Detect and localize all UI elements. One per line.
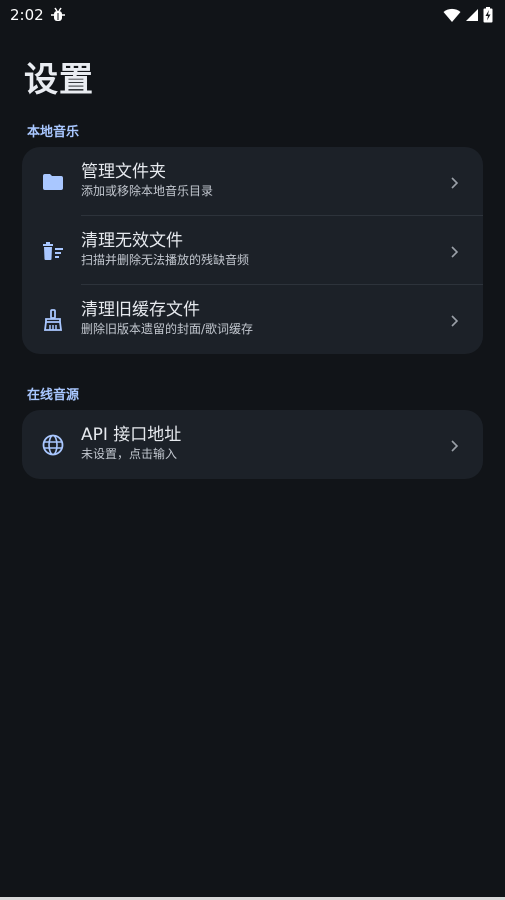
- settings-item-clean-invalid-files[interactable]: 清理无效文件 扫描并删除无法播放的残缺音频: [22, 216, 483, 285]
- section-header-online-source: 在线音源: [27, 388, 80, 403]
- status-left: 2:02: [10, 6, 66, 24]
- cleaning-brush-icon: [41, 308, 65, 332]
- chevron-right-icon: [449, 438, 459, 452]
- status-right: [443, 7, 493, 23]
- delete-sweep-icon: [41, 239, 65, 263]
- status-bar: 2:02: [0, 0, 505, 30]
- settings-item-title: 清理旧缓存文件: [81, 300, 200, 320]
- status-time: 2:02: [10, 6, 44, 24]
- section-header-local-music: 本地音乐: [27, 125, 80, 140]
- debug-bug-icon: [50, 7, 66, 23]
- settings-item-subtitle: 扫描并删除无法播放的残缺音频: [81, 253, 250, 267]
- page-title: 设置: [24, 60, 94, 100]
- chevron-right-icon: [449, 244, 459, 258]
- settings-item-texts: API 接口地址 未设置，点击输入: [81, 424, 181, 462]
- wifi-icon: [443, 8, 461, 22]
- folder-icon: [41, 170, 65, 194]
- signal-icon: [465, 8, 479, 22]
- settings-item-subtitle: 删除旧版本遗留的封面/歌词缓存: [81, 322, 254, 336]
- battery-charging-icon: [483, 7, 493, 23]
- chevron-right-icon: [449, 175, 459, 189]
- settings-item-title: API 接口地址: [81, 425, 182, 445]
- local-music-card: 管理文件夹 添加或移除本地音乐目录 清理无效文件 扫描并删除无法播放的残缺音频: [22, 147, 483, 354]
- settings-item-texts: 清理旧缓存文件 删除旧版本遗留的封面/歌词缓存: [81, 299, 253, 337]
- settings-item-subtitle: 添加或移除本地音乐目录: [81, 184, 214, 198]
- settings-item-title: 清理无效文件: [81, 231, 183, 251]
- online-source-card: API 接口地址 未设置，点击输入: [22, 410, 483, 479]
- settings-item-title: 管理文件夹: [81, 162, 166, 182]
- settings-item-api-url[interactable]: API 接口地址 未设置，点击输入: [22, 410, 483, 479]
- settings-item-texts: 管理文件夹 添加或移除本地音乐目录: [81, 161, 213, 199]
- settings-item-subtitle: 未设置，点击输入: [81, 447, 178, 461]
- settings-item-manage-folders[interactable]: 管理文件夹 添加或移除本地音乐目录: [22, 147, 483, 216]
- globe-icon: [41, 433, 65, 457]
- settings-item-clean-old-cache[interactable]: 清理旧缓存文件 删除旧版本遗留的封面/歌词缓存: [22, 285, 483, 354]
- chevron-right-icon: [449, 313, 459, 327]
- settings-item-texts: 清理无效文件 扫描并删除无法播放的残缺音频: [81, 230, 249, 268]
